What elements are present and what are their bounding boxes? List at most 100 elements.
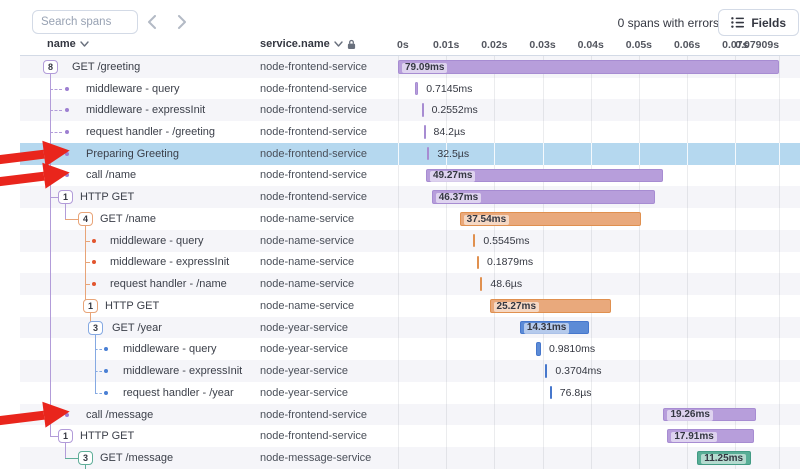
span-row[interactable]: 25.27ms1HTTP GETnode-name-service: [20, 295, 800, 317]
child-count-badge[interactable]: 1: [83, 299, 98, 313]
child-count-badge[interactable]: 4: [78, 212, 93, 226]
service-name: node-name-service: [260, 256, 354, 268]
gridline: [446, 273, 447, 295]
child-count-badge[interactable]: 1: [58, 190, 73, 204]
timeline-cell: 0.2552ms: [397, 99, 800, 121]
service-name: node-year-service: [260, 322, 348, 334]
span-name[interactable]: HTTP GET: [105, 300, 159, 312]
search-input[interactable]: [32, 10, 138, 34]
span-duration-bar[interactable]: [424, 125, 426, 139]
span-duration-bar[interactable]: 14.31ms: [520, 321, 589, 335]
name-column-header[interactable]: name: [47, 38, 89, 50]
tree-vertical-line: [85, 226, 86, 306]
span-name[interactable]: middleware - expressInit: [123, 365, 242, 377]
span-name[interactable]: request handler - /year: [123, 387, 234, 399]
prev-span-button[interactable]: [140, 10, 164, 34]
span-duration-bar[interactable]: [473, 234, 476, 248]
duration-label: 17.91ms: [671, 432, 716, 443]
gridline: [591, 252, 592, 274]
timeline-cell: 11.25ms: [397, 447, 800, 469]
gridline: [398, 208, 399, 230]
gridline: [687, 121, 688, 143]
span-row[interactable]: 46.37ms1HTTP GETnode-frontend-service: [20, 186, 800, 208]
span-row[interactable]: 49.27mscall /namenode-frontend-service: [20, 165, 800, 187]
span-dot: [92, 260, 96, 264]
gridline: [639, 447, 640, 469]
span-name[interactable]: Preparing Greeting: [86, 148, 179, 160]
service-name-column-header[interactable]: service.name: [260, 38, 356, 50]
span-duration-bar[interactable]: [545, 364, 547, 378]
child-count-badge[interactable]: 3: [78, 451, 93, 465]
span-row[interactable]: 0.1879msmiddleware - expressInitnode-nam…: [20, 252, 800, 274]
span-name[interactable]: middleware - expressInit: [110, 256, 229, 268]
span-row[interactable]: 0.2552msmiddleware - expressInitnode-fro…: [20, 99, 800, 121]
span-row[interactable]: 76.8µsrequest handler - /yearnode-year-s…: [20, 382, 800, 404]
span-name[interactable]: middleware - query: [110, 235, 204, 247]
gridline: [779, 360, 780, 382]
gridline: [494, 143, 495, 165]
span-duration-bar[interactable]: 79.09ms: [398, 60, 779, 74]
span-duration-bar[interactable]: [422, 103, 424, 117]
timeline-cell: 79.09ms: [397, 56, 800, 78]
span-duration-bar[interactable]: 49.27ms: [426, 169, 663, 183]
span-row[interactable]: 48.6µsrequest handler - /namenode-name-s…: [20, 273, 800, 295]
span-row[interactable]: 17.91ms1HTTP GETnode-frontend-service: [20, 425, 800, 447]
span-row[interactable]: 19.26mscall /messagenode-frontend-servic…: [20, 404, 800, 426]
span-name[interactable]: call /name: [86, 169, 136, 181]
span-row[interactable]: 79.09ms8GET /greetingnode-frontend-servi…: [20, 56, 800, 78]
span-row[interactable]: 0.7145msmiddleware - querynode-frontend-…: [20, 78, 800, 100]
span-duration-bar[interactable]: [480, 277, 482, 291]
gridline: [446, 382, 447, 404]
span-name[interactable]: call /message: [86, 409, 153, 421]
service-name: node-year-service: [260, 365, 348, 377]
span-duration-bar[interactable]: [550, 386, 552, 400]
span-duration-bar[interactable]: 11.25ms: [697, 451, 751, 465]
span-duration-bar[interactable]: 17.91ms: [667, 429, 753, 443]
gridline: [543, 99, 544, 121]
span-name[interactable]: GET /message: [100, 452, 173, 464]
gridline: [735, 295, 736, 317]
service-name: node-name-service: [260, 213, 354, 225]
gridline: [398, 295, 399, 317]
span-dot: [65, 130, 69, 134]
span-row[interactable]: 11.25ms3GET /messagenode-message-service: [20, 447, 800, 469]
span-duration-bar[interactable]: [415, 82, 418, 96]
span-name[interactable]: request handler - /name: [110, 278, 227, 290]
next-span-button[interactable]: [170, 10, 194, 34]
span-name[interactable]: GET /year: [112, 322, 162, 334]
span-name[interactable]: middleware - expressInit: [86, 104, 205, 116]
span-duration-bar[interactable]: [427, 147, 429, 161]
span-name[interactable]: GET /name: [100, 213, 156, 225]
span-name[interactable]: HTTP GET: [80, 191, 134, 203]
span-duration-bar[interactable]: 46.37ms: [432, 190, 655, 204]
duration-label: 0.9810ms: [549, 343, 595, 355]
span-name[interactable]: middleware - query: [123, 343, 217, 355]
annotation-arrow-head: [42, 398, 71, 427]
fields-button[interactable]: Fields: [718, 9, 799, 36]
span-row[interactable]: 32.5µsPreparing Greetingnode-frontend-se…: [20, 143, 800, 165]
span-duration-bar[interactable]: 37.54ms: [460, 212, 641, 226]
child-count-badge[interactable]: 1: [58, 429, 73, 443]
span-row[interactable]: 14.31ms 3 GET /year node-year-service: [20, 317, 800, 339]
span-name[interactable]: HTTP GET: [80, 430, 134, 442]
span-duration-bar[interactable]: 25.27ms: [490, 299, 612, 313]
span-name[interactable]: request handler - /greeting: [86, 126, 215, 138]
span-duration-bar[interactable]: 19.26ms: [663, 408, 756, 422]
span-name[interactable]: middleware - query: [86, 83, 180, 95]
span-row[interactable]: 0.9810msmiddleware - querynode-year-serv…: [20, 338, 800, 360]
span-row[interactable]: 0.5545msmiddleware - querynode-name-serv…: [20, 230, 800, 252]
span-row[interactable]: 0.3704msmiddleware - expressInitnode-yea…: [20, 360, 800, 382]
gridline: [446, 338, 447, 360]
gridline: [779, 273, 780, 295]
span-row[interactable]: 37.54ms 4 GET /name node-name-service: [20, 208, 800, 230]
child-count-badge[interactable]: 8: [43, 60, 58, 74]
service-name: node-frontend-service: [260, 126, 367, 138]
tree-connector: [95, 393, 102, 394]
span-name[interactable]: GET /greeting: [72, 61, 140, 73]
child-count-badge[interactable]: 3: [88, 321, 103, 335]
span-duration-bar[interactable]: [536, 342, 541, 356]
gridline: [735, 165, 736, 187]
span-row[interactable]: 84.2µsrequest handler - /greetingnode-fr…: [20, 121, 800, 143]
axis-tick-label: 0.01s: [433, 39, 459, 51]
span-duration-bar[interactable]: [477, 256, 479, 270]
